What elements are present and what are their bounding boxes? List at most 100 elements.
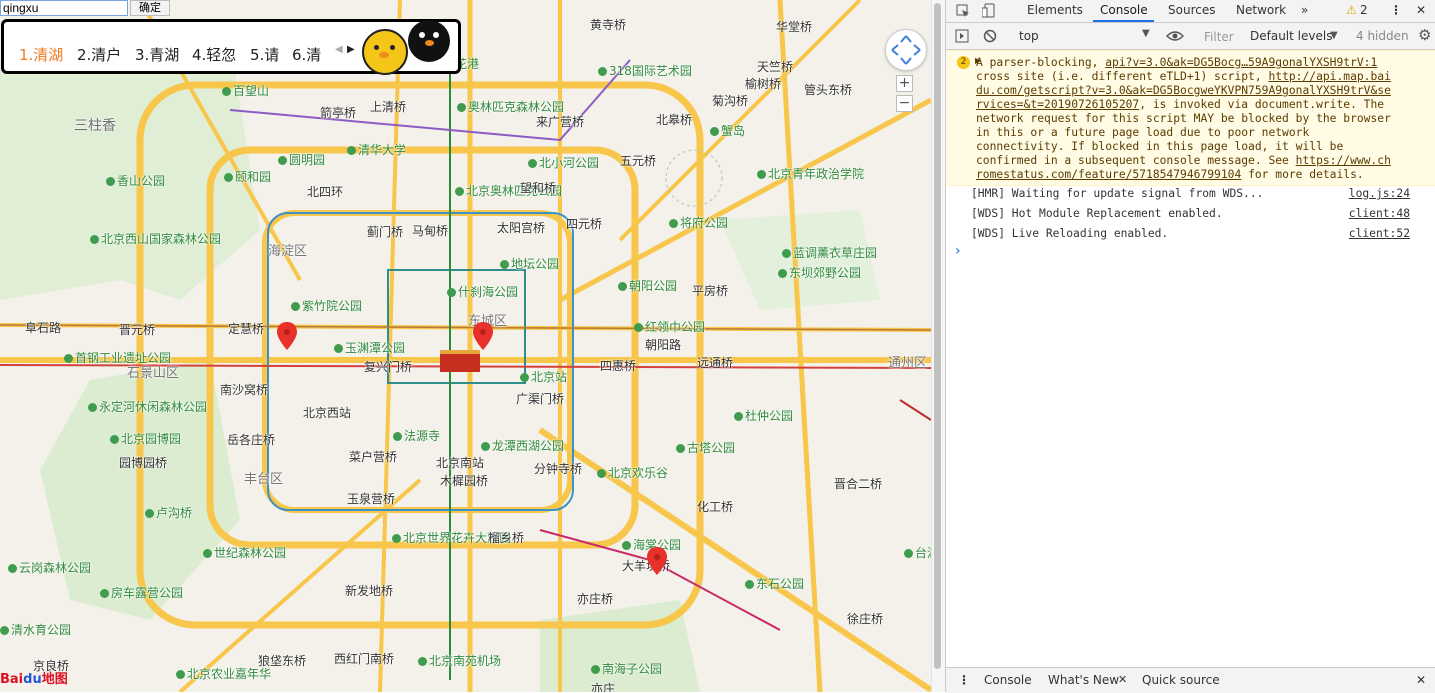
map-pan-control[interactable]	[885, 29, 927, 71]
poi-label[interactable]: 百望山	[222, 82, 269, 99]
ime-candidate[interactable]: 2.清户	[77, 44, 121, 65]
warning-link[interactable]: https://www.ch	[1296, 154, 1391, 167]
map-marker-pin[interactable]	[277, 322, 297, 350]
place-label[interactable]: 徐庄桥	[847, 610, 883, 627]
place-label[interactable]: 西红门南桥	[334, 650, 394, 667]
place-label[interactable]: 五元桥	[620, 152, 656, 169]
poi-label[interactable]: 318国际艺术园	[598, 62, 692, 79]
clear-console-icon[interactable]	[983, 29, 997, 43]
drawer-tab-whats-new[interactable]: What's New	[1048, 673, 1119, 687]
warning-link[interactable]: api?v=3.0&ak=DG5Bocg…59A9gonalYXSH9trV:1	[1105, 56, 1377, 69]
poi-label[interactable]: 清水育公园	[0, 621, 71, 638]
poi-label[interactable]: 北京欢乐谷	[597, 464, 668, 481]
poi-label[interactable]: 蟹岛	[710, 122, 745, 139]
eye-icon[interactable]	[1166, 30, 1184, 42]
poi-label[interactable]: 世纪森林公园	[203, 544, 286, 561]
tab-sources[interactable]: Sources	[1168, 3, 1215, 17]
warning-icon[interactable]: ⚠	[1346, 3, 1357, 17]
place-label[interactable]: 马甸桥	[412, 222, 448, 239]
drawer-tab-quick-source[interactable]: Quick source	[1142, 673, 1220, 687]
confirm-button[interactable]: 确定	[130, 0, 170, 16]
place-label[interactable]: 岳各庄桥	[227, 431, 275, 448]
poi-label[interactable]: 北京农业嘉年华	[176, 665, 271, 682]
map-canvas[interactable]: 黄寺桥 华堂桥 天竺桥 318国际艺术园 榆树桥 管头东桥 菊沟桥 奥林匹克森林公园 箭亭桥 上清…	[0, 0, 931, 692]
place-label[interactable]: 木樨园桥	[440, 472, 488, 489]
place-label[interactable]: 园博园桥	[119, 454, 167, 471]
poi-label[interactable]: 东石公园	[745, 575, 804, 592]
place-label[interactable]: 新发地桥	[345, 582, 393, 599]
scrollbar-thumb[interactable]	[934, 3, 941, 669]
poi-label[interactable]: 朝阳公园	[618, 277, 677, 294]
place-label[interactable]: 四惠桥	[600, 357, 636, 374]
ime-candidate[interactable]: 4.轻忽	[192, 44, 236, 65]
log-source-link[interactable]: log.js:24	[1349, 187, 1410, 200]
filter-input[interactable]: Filter	[1204, 30, 1234, 44]
drawer-menu-icon[interactable]: ⋮	[958, 673, 970, 687]
poi-label[interactable]: 地坛公园	[500, 255, 559, 272]
place-label[interactable]: 玉泉营桥	[347, 490, 395, 507]
place-label[interactable]: 北京南站	[436, 454, 484, 471]
inspect-element-icon[interactable]	[956, 4, 970, 18]
drawer-tab-console[interactable]: Console	[984, 673, 1032, 687]
place-label[interactable]: 蓟门桥	[367, 223, 403, 240]
log-source-link[interactable]: client:48	[1349, 207, 1410, 220]
tab-elements[interactable]: Elements	[1027, 3, 1083, 17]
place-label[interactable]: 复兴门桥	[364, 358, 412, 375]
poi-label[interactable]: 什刹海公园	[447, 283, 518, 300]
poi-label[interactable]: 云岗森林公园	[8, 559, 91, 576]
place-label[interactable]: 管头东桥	[804, 81, 852, 98]
place-label[interactable]: 三柱香	[74, 115, 116, 135]
district-label[interactable]: 海淀区	[268, 240, 307, 259]
warning-link[interactable]: du.com/getscript?v=3.0&ak=DG5BocgweYKVPN…	[976, 84, 1391, 97]
poi-label[interactable]: 玉渊潭公园	[334, 339, 405, 356]
poi-label[interactable]: 北京园博园	[110, 430, 181, 447]
map-marker-pin[interactable]	[473, 322, 493, 350]
place-label[interactable]: 亦庄	[591, 680, 615, 692]
ime-candidate[interactable]: 6.清	[292, 44, 321, 65]
map-marker-pin[interactable]	[647, 547, 667, 575]
poi-label[interactable]: 台湖	[904, 544, 931, 561]
poi-label[interactable]: 杜仲公园	[734, 407, 793, 424]
warning-count[interactable]: 2	[1360, 3, 1368, 17]
ime-candidate[interactable]: 3.青湖	[135, 44, 179, 65]
place-label[interactable]: 远通桥	[697, 354, 733, 371]
poi-label[interactable]: 将府公园	[669, 214, 728, 231]
close-devtools-icon[interactable]: ✕	[1416, 3, 1426, 17]
poi-label[interactable]: 圆明园	[278, 151, 325, 168]
place-label[interactable]: 华堂桥	[776, 18, 812, 35]
place-label[interactable]: 晋元桥	[119, 321, 155, 338]
poi-label[interactable]: 龙潭西湖公园	[481, 437, 564, 454]
place-label[interactable]: 亦庄桥	[577, 590, 613, 607]
place-label[interactable]: 菊沟桥	[712, 92, 748, 109]
poi-label[interactable]: 北京南苑机场	[418, 652, 501, 669]
place-label[interactable]: 阜石路	[25, 319, 61, 336]
log-source-link[interactable]: client:52	[1349, 227, 1410, 240]
ime-candidate[interactable]: 1.清湖	[19, 44, 63, 65]
place-label[interactable]: 榴乡桥	[488, 529, 524, 546]
place-label[interactable]: 晋合二桥	[834, 475, 882, 492]
place-label[interactable]: 北四环	[307, 183, 343, 200]
next-page-icon[interactable]: ▶	[347, 44, 355, 55]
warning-link[interactable]: romestatus.com/feature/5718547946799104	[976, 168, 1241, 181]
place-label[interactable]: 北京西站	[303, 404, 351, 421]
poi-label[interactable]: 东坝郊野公园	[778, 264, 861, 281]
close-tab-icon[interactable]: ✕	[1118, 673, 1127, 686]
district-label[interactable]: 石景山区	[127, 362, 179, 381]
place-label[interactable]: 太阳宫桥	[497, 219, 545, 236]
place-label[interactable]: 定慧桥	[228, 320, 264, 337]
place-label[interactable]: 南沙窝桥	[220, 381, 268, 398]
place-label[interactable]: 榆树桥	[745, 75, 781, 92]
poi-label[interactable]: 蓝调薰衣草庄园	[782, 244, 877, 261]
context-dropdown-icon[interactable]: ▼	[1142, 28, 1150, 39]
place-label[interactable]: 来广营桥	[536, 113, 584, 130]
place-label[interactable]: 广渠门桥	[516, 390, 564, 407]
poi-label[interactable]: 法源寺	[393, 427, 440, 444]
prev-page-icon[interactable]: ◀	[335, 44, 343, 55]
place-label[interactable]: 黄寺桥	[590, 16, 626, 33]
poi-label[interactable]: 北小河公园	[528, 154, 599, 171]
place-label[interactable]: 北皋桥	[656, 111, 692, 128]
place-label[interactable]: 菜户营桥	[349, 448, 397, 465]
poi-label[interactable]: 红领巾公园	[634, 318, 705, 335]
zoom-in-button[interactable]: +	[896, 75, 913, 92]
poi-label[interactable]: 北京西山国家森林公园	[90, 230, 221, 247]
